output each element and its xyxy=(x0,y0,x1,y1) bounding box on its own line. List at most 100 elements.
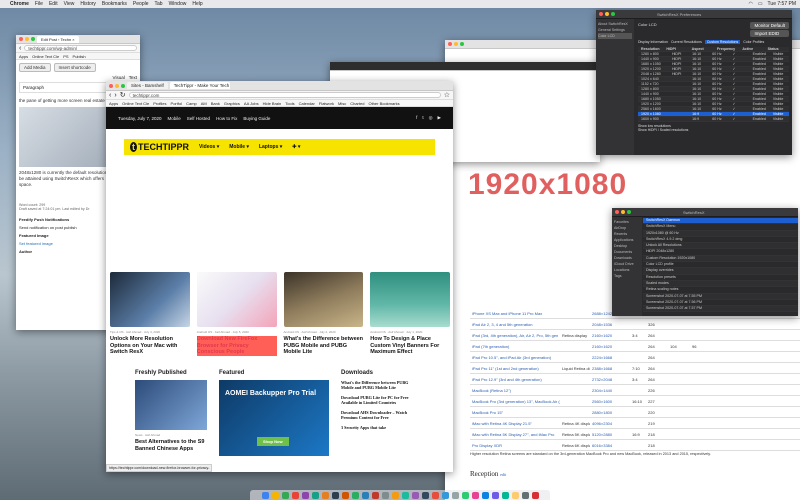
bookmark-item[interactable]: Hide Brain xyxy=(263,101,282,106)
dock-app-icon[interactable] xyxy=(481,491,489,499)
reload-icon[interactable]: ↻ xyxy=(120,91,126,99)
bookmark-item[interactable]: Bank xyxy=(211,101,220,106)
wiki-cell[interactable]: iPad (3rd, 4th generation), Air, Air 2, … xyxy=(470,333,560,338)
srx-sidebar-item[interactable]: Color LCD xyxy=(598,33,632,39)
bookmark-item[interactable]: Tools xyxy=(285,101,294,106)
article-card[interactable]: Android OS · Asif Ahmad · July 5, 2020 D… xyxy=(196,272,277,356)
article-thumbnail[interactable] xyxy=(110,272,190,327)
dock-app-icon[interactable] xyxy=(461,491,469,499)
bm-online[interactable]: Online Text Cle xyxy=(32,54,59,59)
zoom-button[interactable] xyxy=(31,37,35,41)
dock-app-icon[interactable] xyxy=(301,491,309,499)
menu-window[interactable]: Window xyxy=(169,1,187,7)
dock-app-icon[interactable] xyxy=(381,491,389,499)
dock-app-icon[interactable] xyxy=(331,491,339,499)
dock-app-icon[interactable] xyxy=(321,491,329,499)
minimize-button[interactable] xyxy=(115,83,119,88)
dock-app-icon[interactable] xyxy=(371,491,379,499)
header-link[interactable]: Mobile xyxy=(168,116,181,121)
browser-url[interactable]: techtippr.com xyxy=(128,92,441,98)
nav-laptops[interactable]: Laptops ▾ xyxy=(259,144,282,150)
close-button[interactable] xyxy=(109,83,113,88)
menu-view[interactable]: View xyxy=(64,1,75,7)
dock-app-icon[interactable] xyxy=(441,491,449,499)
article-card[interactable]: Android OS · Asif Ahmad · July 2, 2020 W… xyxy=(283,272,364,356)
shop-now-button[interactable]: Shop Now xyxy=(257,437,289,446)
featured-banner[interactable]: AOMEI Backupper Pro Trial Shop Now xyxy=(219,380,329,456)
text-tab[interactable]: Text xyxy=(129,75,137,80)
back-icon[interactable]: ‹ xyxy=(109,92,111,99)
dock-app-icon[interactable] xyxy=(531,491,539,499)
wifi-icon[interactable]: ◠ xyxy=(748,1,752,7)
article-thumbnail[interactable] xyxy=(370,272,450,327)
srx-column-header[interactable]: Status xyxy=(768,47,789,51)
close-button[interactable] xyxy=(19,37,23,41)
wiki-cell[interactable]: iMac with Retina 4K Display 21.5" xyxy=(470,421,560,426)
browser-tab-2[interactable]: TechTippr - Make Your Tech L × xyxy=(169,82,230,89)
close-button[interactable] xyxy=(599,12,603,16)
nav-mobile[interactable]: Mobile ▾ xyxy=(229,144,249,150)
insert-shortcode-button[interactable]: Insert shortcode xyxy=(53,63,96,72)
wiki-cell[interactable]: iMac with Retina 5K Display 27", and iMa… xyxy=(470,432,560,437)
finder-file-row[interactable]: Screenshot 2020-07-07 at 7.57 PM xyxy=(643,306,798,313)
facebook-icon[interactable]: f xyxy=(416,115,417,121)
bookmark-item[interactable]: Apps xyxy=(109,101,118,106)
dock-app-icon[interactable] xyxy=(311,491,319,499)
dock-app-icon[interactable] xyxy=(291,491,299,499)
bookmark-item[interactable]: AM xyxy=(201,101,207,106)
dock-app-icon[interactable] xyxy=(281,491,289,499)
wiki-cell[interactable]: iPhone XS Max and iPhone 11 Pro Max xyxy=(470,311,560,316)
menu-tab[interactable]: Tab xyxy=(155,1,163,7)
download-item[interactable]: What's the Difference between PUBG Mobil… xyxy=(341,380,421,390)
forward-icon[interactable]: › xyxy=(114,92,116,99)
nav-videos[interactable]: Videos ▾ xyxy=(199,144,219,150)
monitor-default-button[interactable]: Monitor Default xyxy=(750,22,789,29)
download-item[interactable]: Download AHS Downloader – Watch Premium … xyxy=(341,410,421,420)
srx-column-header[interactable]: Aspect xyxy=(692,47,713,51)
srx-column-header[interactable]: HiDPI xyxy=(666,47,687,51)
dock-app-icon[interactable] xyxy=(361,491,369,499)
dock-app-icon[interactable] xyxy=(511,491,519,499)
instagram-icon[interactable]: ◎ xyxy=(429,115,433,121)
dock-app-icon[interactable] xyxy=(491,491,499,499)
bookmark-item[interactable]: Charted xyxy=(350,101,364,106)
battery-icon[interactable]: ▭ xyxy=(758,1,763,7)
bookmark-item[interactable]: Online Text Cle xyxy=(122,101,149,106)
menu-bookmarks[interactable]: Bookmarks xyxy=(102,1,127,7)
nav-more[interactable]: ✚ ▾ xyxy=(292,144,300,150)
article-title[interactable]: Download New FireFox Browser for Privacy… xyxy=(196,336,277,356)
clock[interactable]: Tue 7:57 PM xyxy=(768,1,796,7)
visual-tab[interactable]: Visual xyxy=(113,75,125,80)
article-card[interactable]: Android OS · Asif Ahmad · July 1, 2020 H… xyxy=(370,272,450,356)
browser-tab-1[interactable]: Sites - Bamshelf xyxy=(127,82,168,89)
wiki-cell[interactable]: MacBook Pro 15" xyxy=(470,410,560,415)
article-thumbnail[interactable] xyxy=(196,272,277,327)
dock-app-icon[interactable] xyxy=(521,491,529,499)
dock-app-icon[interactable] xyxy=(431,491,439,499)
bookmark-item[interactable]: Flatwork xyxy=(319,101,334,106)
wiki-edit-link[interactable]: edit xyxy=(500,472,506,477)
dock-app-icon[interactable] xyxy=(401,491,409,499)
wp-tab-1[interactable]: Edit Post ‹ Techn × xyxy=(37,35,79,43)
dock-app-icon[interactable] xyxy=(471,491,479,499)
fresh-thumbnail[interactable] xyxy=(135,380,207,430)
wiki-cell[interactable]: Pro Display XDR xyxy=(470,443,560,448)
zoom-button[interactable] xyxy=(121,83,125,88)
article-title[interactable]: How To Design & Place Custom Vinyl Banne… xyxy=(370,336,450,356)
srx-column-header[interactable]: Active xyxy=(742,47,763,51)
site-logo[interactable]: t TECHTIPPR xyxy=(130,142,189,152)
dock-app-icon[interactable] xyxy=(421,491,429,499)
zoom-button[interactable] xyxy=(627,210,631,214)
bm-publish[interactable]: Publish xyxy=(73,54,86,59)
srx-column-header[interactable]: Frequency xyxy=(717,47,738,51)
dock-app-icon[interactable] xyxy=(391,491,399,499)
bookmark-item[interactable]: AA Jobs xyxy=(244,101,259,106)
article-card[interactable]: Tips & OS · Asif Ahmad · July 4, 2020 Un… xyxy=(110,272,190,356)
wiki-cell[interactable]: iPad Pro 12.9" (3rd and 4th generation) xyxy=(470,377,560,382)
back-icon[interactable]: ‹ xyxy=(19,45,21,52)
import-edid-button[interactable]: Import EDID xyxy=(750,30,789,37)
dock-app-icon[interactable] xyxy=(451,491,459,499)
zoom-button[interactable] xyxy=(611,12,615,16)
menu-people[interactable]: People xyxy=(133,1,149,7)
minimize-button[interactable] xyxy=(25,37,29,41)
